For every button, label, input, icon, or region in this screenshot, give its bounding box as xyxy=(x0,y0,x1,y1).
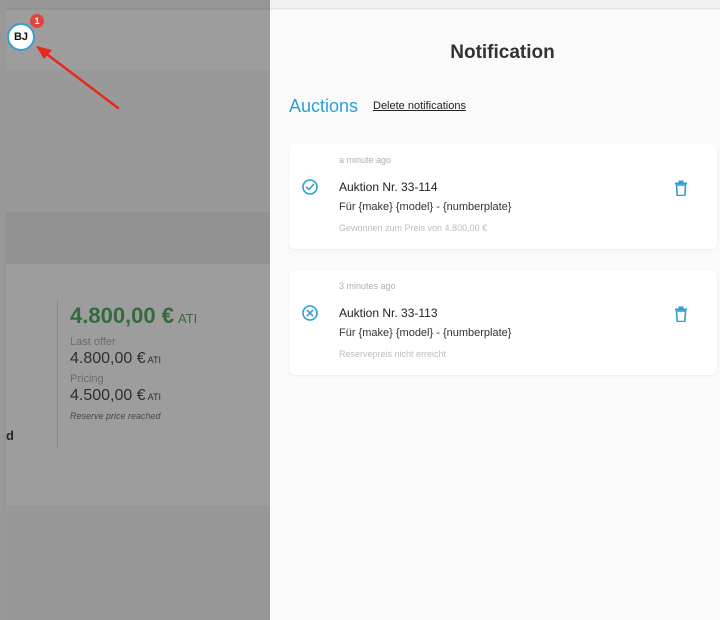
check-circle-icon xyxy=(302,179,318,195)
notification-status: Gewonnen zum Preis von 4.800,00 € xyxy=(339,223,488,233)
notification-status: Reservepreis nicht erreicht xyxy=(339,349,447,359)
delete-notifications-link[interactable]: Delete notifications xyxy=(373,100,466,112)
trash-icon[interactable] xyxy=(674,180,688,196)
annotation-arrow-icon xyxy=(36,46,120,110)
notification-title: Auktion Nr. 33-114 xyxy=(339,180,438,194)
trash-icon[interactable] xyxy=(674,306,688,322)
x-circle-icon xyxy=(302,305,318,321)
panel-title: Notification xyxy=(450,42,555,63)
notification-subtitle: Für {make} {model} - {numberplate} xyxy=(339,327,512,339)
notification-subtitle: Für {make} {model} - {numberplate} xyxy=(339,201,512,213)
notification-card[interactable]: a minute ago Auktion Nr. 33-114 Für {mak… xyxy=(289,144,717,249)
notification-panel: Notification Auctions Delete notificatio… xyxy=(270,10,720,620)
notification-time: a minute ago xyxy=(339,155,392,165)
notification-time: 3 minutes ago xyxy=(339,281,396,291)
notification-card[interactable]: 3 minutes ago Auktion Nr. 33-113 Für {ma… xyxy=(289,270,717,375)
notification-title: Auktion Nr. 33-113 xyxy=(339,306,438,320)
section-title-auctions: Auctions xyxy=(289,96,359,116)
notification-badge: 1 xyxy=(30,14,44,28)
